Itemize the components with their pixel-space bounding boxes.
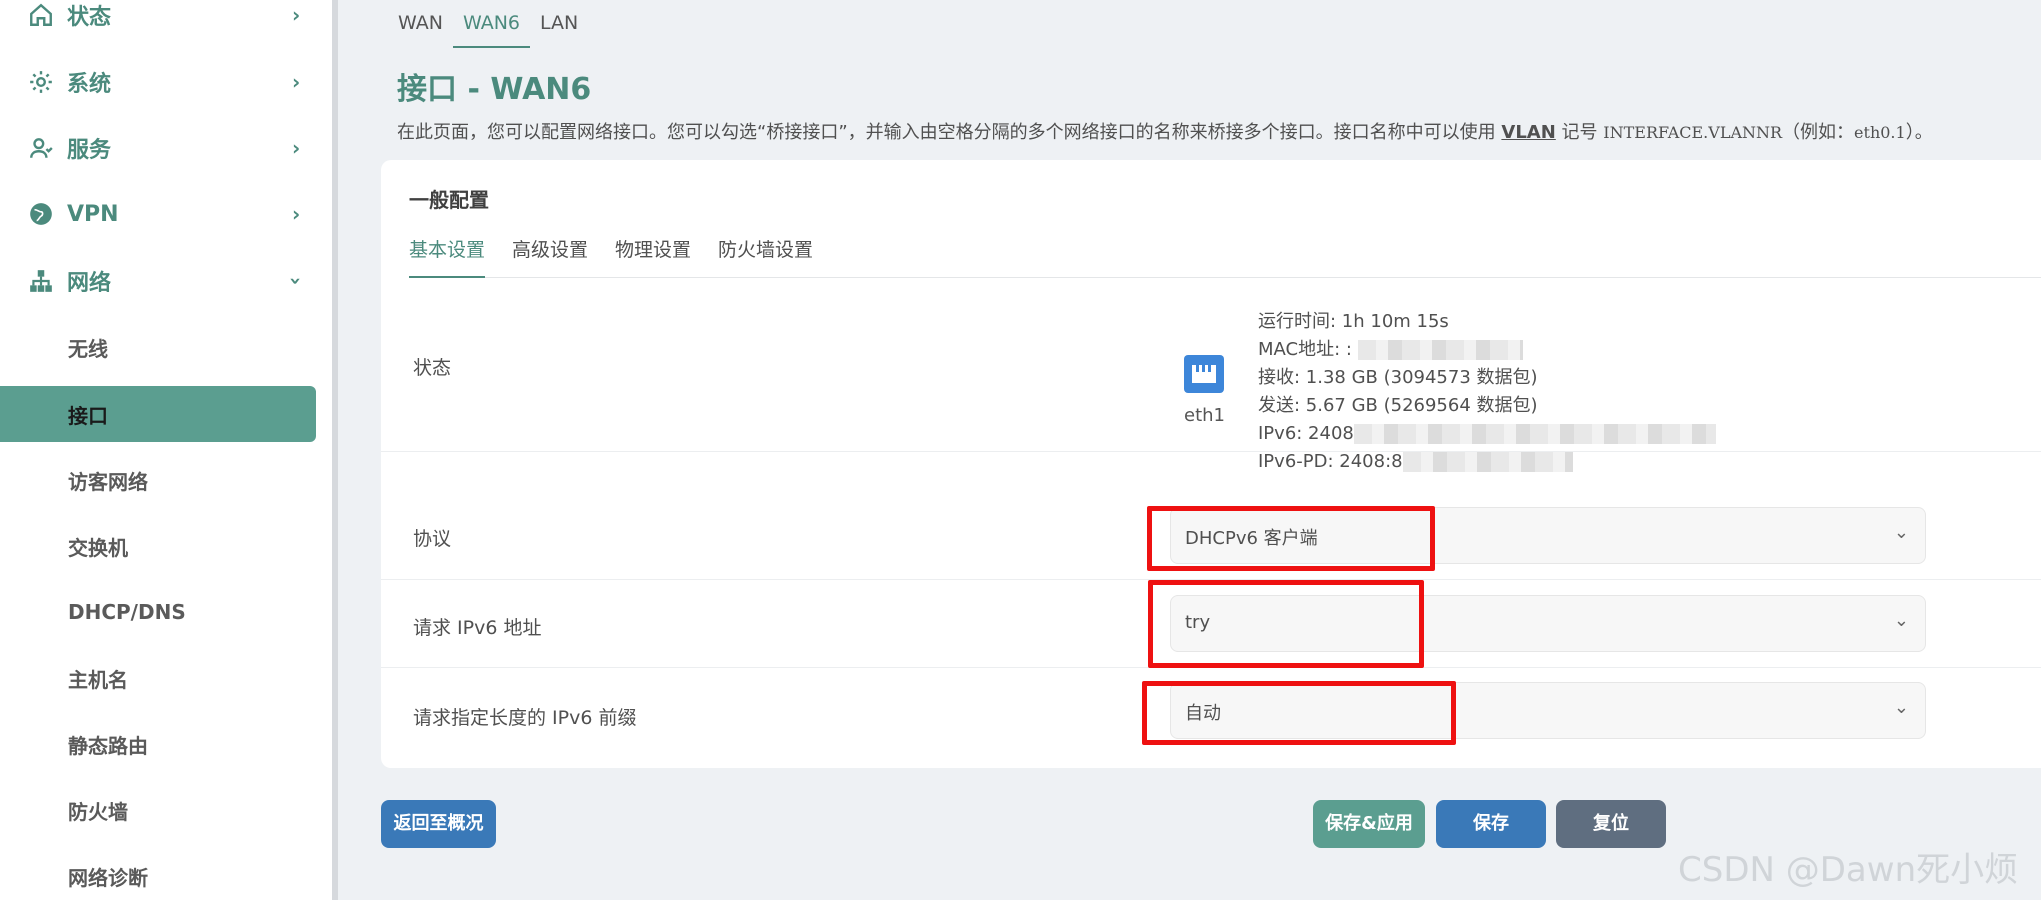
chevron-right-icon: ›: [292, 3, 301, 27]
sidebar-item-status[interactable]: 状态 ›: [0, 0, 316, 48]
sidebar: 状态 › 系统 › 服务 › VPN › 网络 › 无线 接口 访客网络 交换机…: [0, 0, 338, 900]
save-apply-button[interactable]: 保存&应用: [1313, 800, 1425, 848]
tab-lan[interactable]: LAN: [530, 10, 588, 48]
highlight-box: [1142, 681, 1456, 745]
globe-icon: [30, 203, 52, 225]
chevron-down-icon: ⌄: [1893, 610, 1909, 631]
home-icon: [30, 3, 52, 26]
request-ipv6-label: 请求 IPv6 地址: [413, 617, 542, 639]
general-config-card: 一般配置 基本设置 高级设置 物理设置 防火墙设置 状态 eth1 运行时间: …: [381, 160, 2041, 768]
tab-basic-settings[interactable]: 基本设置: [409, 222, 486, 278]
config-tabs: 基本设置 高级设置 物理设置 防火墙设置: [409, 222, 2041, 278]
mac-text: MAC地址: :: [1258, 339, 1352, 360]
tab-wan[interactable]: WAN: [388, 10, 453, 48]
status-label: 状态: [413, 357, 452, 379]
sidebar-item-firewall[interactable]: 防火墙: [0, 782, 316, 838]
status-details: 运行时间: 1h 10m 15s MAC地址: : 接收: 1.38 GB (3…: [1258, 308, 1716, 476]
chevron-right-icon: ›: [292, 136, 301, 160]
reset-button[interactable]: 复位: [1556, 800, 1666, 848]
sidebar-item-diagnostics[interactable]: 网络诊断: [0, 848, 316, 900]
gear-icon: [30, 71, 52, 93]
highlight-box: [1147, 506, 1435, 571]
sidebar-item-dhcp-dns[interactable]: DHCP/DNS: [0, 584, 316, 640]
interface-tabs: WAN WAN6 LAN: [388, 10, 588, 48]
chevron-down-icon: ⌄: [1893, 697, 1909, 718]
sidebar-item-hostnames[interactable]: 主机名: [0, 650, 316, 706]
redacted-ipv6: [1353, 424, 1716, 444]
rx-text: 接收: 1.38 GB (3094573 数据包): [1258, 367, 1538, 388]
sidebar-item-interfaces[interactable]: 接口: [0, 386, 316, 442]
sidebar-item-vpn[interactable]: VPN ›: [0, 181, 316, 247]
sidebar-item-system[interactable]: 系统 ›: [0, 49, 316, 115]
chevron-down-icon: ⌄: [1893, 522, 1909, 543]
sidebar-item-static-routes[interactable]: 静态路由: [0, 716, 316, 772]
sidebar-item-wireless[interactable]: 无线: [0, 319, 316, 375]
vlan-link[interactable]: VLAN: [1501, 122, 1555, 143]
highlight-box: [1148, 580, 1424, 668]
ethernet-port-icon: [1184, 355, 1224, 393]
ipv6-text: IPv6: 2408: [1258, 423, 1354, 444]
redacted-ipv6-pd: [1402, 452, 1573, 472]
tab-advanced-settings[interactable]: 高级设置: [512, 222, 588, 278]
tab-physical-settings[interactable]: 物理设置: [615, 222, 691, 278]
chevron-down-icon: ›: [284, 276, 309, 286]
section-title: 一般配置: [409, 188, 489, 212]
network-icon: [30, 270, 52, 292]
redacted-mac: [1357, 340, 1523, 360]
main-content: WAN WAN6 LAN 接口 - WAN6 在此页面，您可以配置网络接口。您可…: [344, 0, 2041, 900]
page-description: 在此页面，您可以配置网络接口。您可以勾选“桥接接口”，并输入由空格分隔的多个网络…: [397, 122, 1933, 143]
tab-wan6[interactable]: WAN6: [452, 10, 531, 48]
watermark: CSDN @Dawn死小烦: [1678, 850, 2019, 890]
chevron-right-icon: ›: [292, 70, 301, 94]
sidebar-item-switch[interactable]: 交换机: [0, 518, 316, 574]
prefix-length-label: 请求指定长度的 IPv6 前缀: [413, 707, 637, 729]
back-to-overview-button[interactable]: 返回至概况: [381, 800, 496, 848]
sidebar-item-guest-network[interactable]: 访客网络: [0, 452, 316, 508]
uptime-text: 运行时间: 1h 10m 15s: [1258, 311, 1449, 332]
sidebar-item-network[interactable]: 网络 ›: [0, 248, 316, 314]
ipv6-pd-text: IPv6-PD: 2408:8: [1258, 451, 1403, 472]
protocol-label: 协议: [413, 528, 452, 550]
save-button[interactable]: 保存: [1436, 800, 1546, 848]
sidebar-item-services[interactable]: 服务 ›: [0, 115, 316, 181]
tab-firewall-settings[interactable]: 防火墙设置: [718, 222, 813, 278]
user-icon: [30, 138, 53, 158]
page-title: 接口 - WAN6: [397, 72, 592, 107]
port-name: eth1: [1184, 405, 1225, 426]
chevron-right-icon: ›: [292, 202, 301, 226]
tx-text: 发送: 5.67 GB (5269564 数据包): [1258, 395, 1538, 416]
